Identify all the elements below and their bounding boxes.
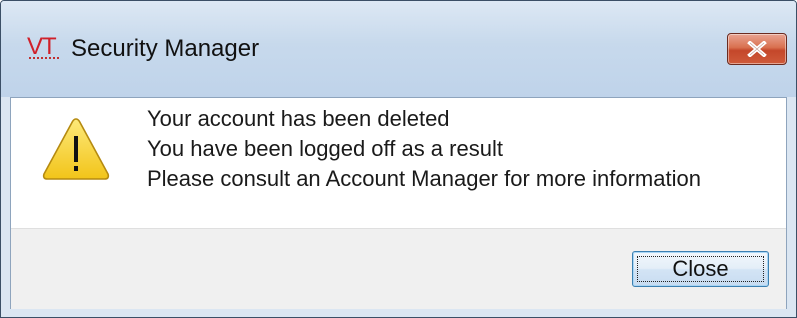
window-close-button[interactable] xyxy=(727,33,787,65)
security-manager-dialog: VT Security Manager Your account has bee… xyxy=(0,0,797,318)
vt-logo-icon: VT xyxy=(27,35,61,65)
button-area: Close xyxy=(11,228,786,309)
message-line: You have been logged off as a result xyxy=(147,136,503,161)
dialog-content: Your account has been deleted You have b… xyxy=(10,97,787,309)
focus-rect xyxy=(637,256,764,282)
warning-icon xyxy=(42,118,110,180)
message-line: Your account has been deleted xyxy=(147,106,450,131)
message-area: Your account has been deleted You have b… xyxy=(11,98,786,228)
close-x-icon xyxy=(747,41,767,57)
window-title: Security Manager xyxy=(71,35,260,62)
message-text: Your account has been deleted You have b… xyxy=(147,104,701,194)
close-button[interactable]: Close xyxy=(632,251,769,287)
logo-text: VT xyxy=(27,33,57,60)
title-bar[interactable]: VT Security Manager xyxy=(1,1,796,97)
message-line: Please consult an Account Manager for mo… xyxy=(147,166,701,191)
